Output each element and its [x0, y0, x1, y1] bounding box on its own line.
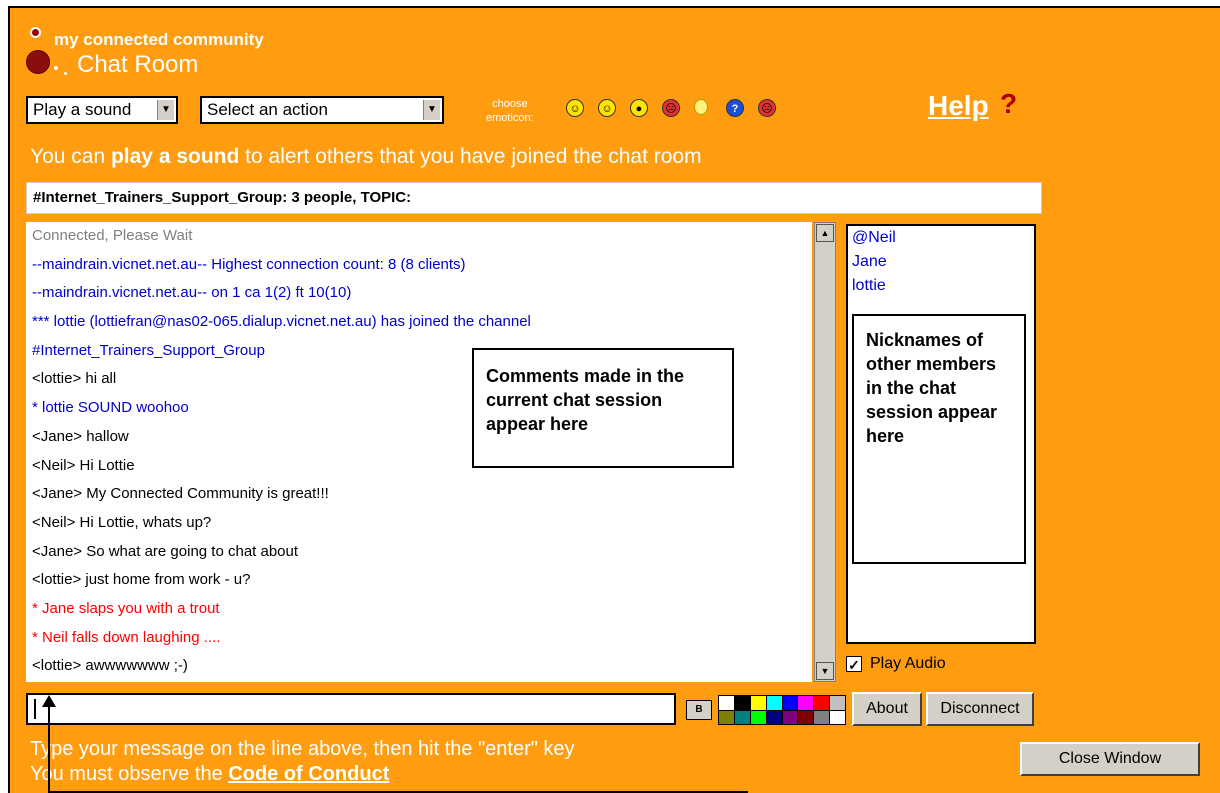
page-title: Chat Room	[77, 51, 199, 78]
emoticon-label: choose emoticon:	[486, 98, 534, 124]
happy-icon[interactable]: ☺	[598, 99, 616, 117]
chat-callout: Comments made in the current chat sessio…	[472, 348, 734, 468]
question-icon[interactable]: ?	[726, 99, 744, 117]
chat-message: * Jane slaps you with a trout	[32, 599, 220, 617]
nickname-item[interactable]: @Neil	[848, 226, 1034, 250]
message-instructions: Type your message on the line above, the…	[30, 738, 575, 760]
close-window-button[interactable]: Close Window	[1020, 742, 1200, 776]
chat-message: <Jane> My Connected Community is great!!…	[32, 485, 329, 503]
color-swatch[interactable]	[814, 710, 830, 724]
logo-sparkle-icon	[64, 72, 67, 75]
sound-select[interactable]: Play a sound ▼	[26, 96, 178, 124]
about-button[interactable]: About	[852, 692, 922, 726]
color-swatch[interactable]	[814, 696, 830, 710]
color-swatch[interactable]	[734, 710, 750, 724]
help-link[interactable]: Help	[928, 90, 989, 122]
color-swatch[interactable]	[766, 710, 782, 724]
play-audio-checkbox[interactable]: ✓	[846, 656, 862, 673]
color-swatch[interactable]	[798, 710, 814, 724]
code-of-conduct-link[interactable]: Code of Conduct	[228, 763, 389, 785]
logo-dot-icon	[30, 27, 41, 38]
annotation-arrow	[48, 704, 50, 793]
play-audio-label: Play Audio	[870, 655, 946, 672]
lightbulb-icon[interactable]	[694, 99, 708, 115]
help-question-icon: ?	[1000, 88, 1018, 119]
message-input[interactable]	[26, 693, 676, 725]
action-select-value: Select an action	[207, 100, 328, 119]
chat-message: <lottie> awwwwwww ;-)	[32, 657, 188, 675]
chat-message: <Neil> Hi Lottie, whats up?	[32, 513, 212, 531]
logo-sparkle-icon	[54, 66, 58, 70]
chat-message: --maindrain.vicnet.net.au-- on 1 ca 1(2)…	[32, 284, 352, 302]
logo-ball-icon	[26, 50, 50, 74]
color-swatch[interactable]	[750, 710, 766, 724]
action-select[interactable]: Select an action ▼	[200, 96, 444, 124]
channel-topic: #Internet_Trainers_Support_Group: 3 peop…	[26, 182, 1042, 214]
chat-message: *** lottie (lottiefran@nas02-065.dialup.…	[32, 313, 531, 331]
color-palette[interactable]	[718, 695, 846, 725]
color-swatch[interactable]	[719, 696, 734, 710]
arrow-head-icon	[42, 695, 56, 707]
color-swatch[interactable]	[734, 696, 750, 710]
nickname-item[interactable]: lottie	[848, 274, 1034, 298]
color-swatch[interactable]	[719, 710, 734, 724]
smile-icon[interactable]: ☺	[566, 99, 584, 117]
nickname-item[interactable]: Jane	[848, 250, 1034, 274]
angry-icon[interactable]: ☹	[662, 99, 680, 117]
frown-icon[interactable]: ☹	[758, 99, 776, 117]
scroll-up-icon[interactable]: ▲	[816, 224, 834, 242]
color-swatch[interactable]	[830, 710, 845, 724]
chat-message: --maindrain.vicnet.net.au-- Highest conn…	[32, 255, 466, 273]
color-swatch[interactable]	[766, 696, 782, 710]
nicks-callout: Nicknames of other members in the chat s…	[852, 314, 1026, 564]
color-swatch[interactable]	[782, 696, 798, 710]
color-swatch[interactable]	[750, 696, 766, 710]
chat-message: * Neil falls down laughing ....	[32, 628, 221, 646]
sound-select-value: Play a sound	[33, 100, 132, 119]
color-swatch[interactable]	[782, 710, 798, 724]
cool-icon[interactable]: ●	[630, 99, 648, 117]
scroll-down-icon[interactable]: ▼	[816, 662, 834, 680]
color-swatch[interactable]	[798, 696, 814, 710]
sound-hint: You can play a sound to alert others tha…	[30, 145, 702, 168]
chat-message: Connected, Please Wait	[32, 227, 193, 244]
text-cursor	[34, 699, 36, 719]
brand-name: my connected community	[54, 30, 264, 49]
dropdown-arrow-icon[interactable]: ▼	[157, 100, 174, 120]
dropdown-arrow-icon[interactable]: ▼	[423, 100, 440, 120]
bold-button[interactable]: B	[686, 700, 712, 720]
code-of-conduct-note: You must observe the Code of Conduct	[30, 763, 390, 785]
chat-message: <lottie> just home from work - u?	[32, 571, 251, 589]
chat-scrollbar[interactable]: ▲ ▼	[814, 222, 836, 682]
chat-message: <Jane> So what are going to chat about	[32, 542, 299, 560]
disconnect-button[interactable]: Disconnect	[926, 692, 1034, 726]
color-swatch[interactable]	[830, 696, 845, 710]
